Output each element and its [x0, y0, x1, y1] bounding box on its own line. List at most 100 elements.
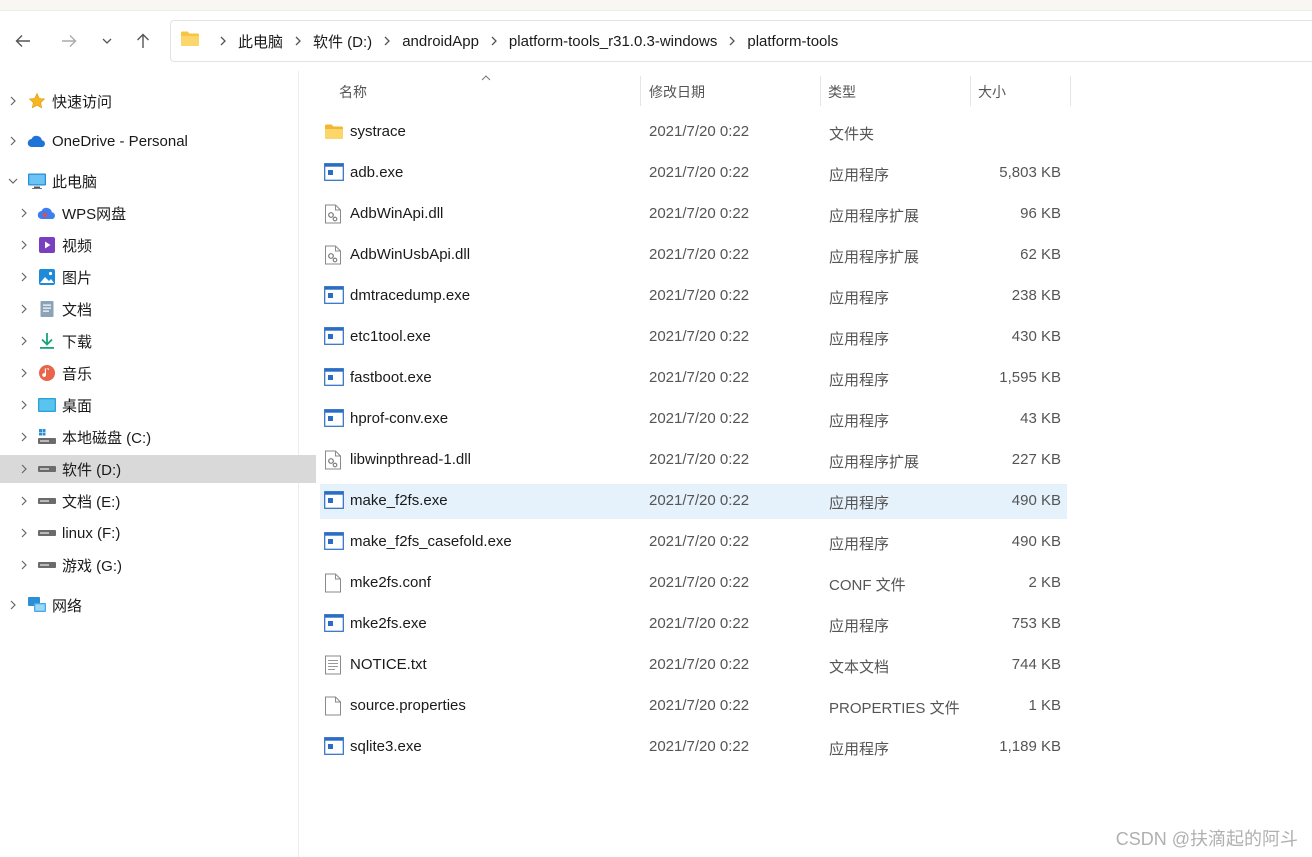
- sidebar-item-wps-cloud[interactable]: WPS网盘: [0, 199, 317, 227]
- file-row[interactable]: AdbWinApi.dll 2021/7/20 0:22 应用程序扩展 96 KB: [320, 197, 1067, 232]
- column-divider[interactable]: [640, 76, 641, 106]
- file-type: 应用程序: [829, 495, 890, 512]
- sidebar-item-onedrive[interactable]: OneDrive - Personal: [0, 127, 306, 155]
- sidebar-item-this-pc[interactable]: 此电脑: [0, 167, 306, 195]
- breadcrumb-item[interactable]: 此电脑: [238, 31, 283, 52]
- sidebar-item-pictures[interactable]: 图片: [0, 263, 317, 291]
- file-row[interactable]: source.properties 2021/7/20 0:22 PROPERTIE…: [320, 689, 1067, 724]
- address-bar[interactable]: 此电脑 软件 (D:) androidApp platform-tools_r3…: [170, 20, 1312, 62]
- exe-icon: [324, 614, 346, 636]
- chevron-right-icon[interactable]: [19, 560, 29, 570]
- file-row[interactable]: systrace 2021/7/20 0:22 文件夹: [320, 115, 1067, 150]
- file-row[interactable]: make_f2fs.exe 2021/7/20 0:22 应用程序 490 KB: [320, 484, 1067, 519]
- breadcrumb-item[interactable]: androidApp: [402, 33, 479, 50]
- file-size: 1,189 KB: [999, 738, 1061, 755]
- sidebar-item-drive-g[interactable]: 游戏 (G:): [0, 551, 317, 579]
- column-header-date[interactable]: 修改日期: [649, 74, 819, 110]
- chevron-right-icon[interactable]: [19, 208, 29, 218]
- file-size: 2 KB: [1028, 574, 1061, 591]
- system-drive-icon: [37, 427, 57, 447]
- dll-icon: [324, 204, 346, 226]
- file-name: etc1tool.exe: [350, 328, 431, 345]
- chevron-down-icon[interactable]: [8, 176, 18, 186]
- file-row[interactable]: mke2fs.conf 2021/7/20 0:22 CONF 文件 2 KB: [320, 566, 1067, 601]
- exe-icon: [324, 737, 346, 759]
- file-date: 2021/7/20 0:22: [649, 328, 750, 345]
- chevron-right-icon: [383, 36, 391, 46]
- file-date: 2021/7/20 0:22: [649, 738, 750, 755]
- file-row[interactable]: make_f2fs_casefold.exe 2021/7/20 0:22 应用程序…: [320, 525, 1067, 560]
- recent-locations-button[interactable]: [95, 29, 119, 53]
- sidebar-item-videos[interactable]: 视频: [0, 231, 317, 259]
- file-row[interactable]: AdbWinUsbApi.dll 2021/7/20 0:22 应用程序扩展 62 K…: [320, 238, 1067, 273]
- up-button[interactable]: [131, 29, 155, 53]
- back-button[interactable]: [11, 29, 35, 53]
- file-list-view: 名称 修改日期 类型 大小 systrace 2021/7/20 0:22 文件夹 a…: [299, 71, 1312, 857]
- sidebar-item-quick-access[interactable]: 快速访问: [0, 87, 306, 115]
- chevron-right-icon[interactable]: [19, 240, 29, 250]
- column-header-label: 修改日期: [649, 84, 705, 100]
- chevron-right-icon[interactable]: [8, 136, 18, 146]
- sidebar-item-drive-f[interactable]: linux (F:): [0, 519, 317, 547]
- exe-icon: [324, 286, 346, 308]
- file-row[interactable]: libwinpthread-1.dll 2021/7/20 0:22 应用程序扩展 2…: [320, 443, 1067, 478]
- file-row[interactable]: NOTICE.txt 2021/7/20 0:22 文本文档 744 KB: [320, 648, 1067, 683]
- file-name: dmtracedump.exe: [350, 287, 471, 304]
- sidebar-item-drive-d[interactable]: 软件 (D:): [0, 455, 316, 483]
- chevron-right-icon[interactable]: [19, 496, 29, 506]
- file-type: PROPERTIES 文件: [829, 700, 960, 717]
- column-divider[interactable]: [1070, 76, 1071, 106]
- forward-button[interactable]: [57, 29, 81, 53]
- chevron-right-icon[interactable]: [19, 464, 29, 474]
- breadcrumb-item[interactable]: platform-tools: [747, 33, 838, 50]
- sidebar-item-label: 快速访问: [52, 93, 113, 111]
- file-row[interactable]: sqlite3.exe 2021/7/20 0:22 应用程序 1,189 KB: [320, 730, 1067, 765]
- file-date: 2021/7/20 0:22: [649, 574, 750, 591]
- chevron-right-icon[interactable]: [19, 432, 29, 442]
- sidebar-item-drive-e[interactable]: 文档 (E:): [0, 487, 317, 515]
- file-type: 文本文档: [829, 659, 890, 676]
- sidebar-item-downloads[interactable]: 下载: [0, 327, 317, 355]
- file-name: mke2fs.exe: [350, 615, 427, 632]
- chevron-right-icon[interactable]: [19, 304, 29, 314]
- file-type: 应用程序: [829, 331, 890, 348]
- chevron-right-icon[interactable]: [19, 528, 29, 538]
- dll-icon: [324, 450, 346, 472]
- file-date: 2021/7/20 0:22: [649, 410, 750, 427]
- column-divider[interactable]: [970, 76, 971, 106]
- chevron-right-icon: [219, 36, 227, 46]
- breadcrumb-item[interactable]: platform-tools_r31.0.3-windows: [509, 33, 717, 50]
- sidebar-item-music[interactable]: 音乐: [0, 359, 317, 387]
- file-row[interactable]: etc1tool.exe 2021/7/20 0:22 应用程序 430 KB: [320, 320, 1067, 355]
- chevron-right-icon[interactable]: [19, 272, 29, 282]
- file-type: 应用程序扩展: [829, 208, 920, 225]
- sidebar-item-network[interactable]: 网络: [0, 591, 306, 619]
- file-name: systrace: [350, 123, 406, 140]
- file-row[interactable]: hprof-conv.exe 2021/7/20 0:22 应用程序 43 KB: [320, 402, 1067, 437]
- file-row[interactable]: fastboot.exe 2021/7/20 0:22 应用程序 1,595 KB: [320, 361, 1067, 396]
- file-name: sqlite3.exe: [350, 738, 422, 755]
- file-row[interactable]: adb.exe 2021/7/20 0:22 应用程序 5,803 KB: [320, 156, 1067, 191]
- desktop-icon: [37, 395, 57, 415]
- column-header-type[interactable]: 类型: [828, 74, 968, 110]
- sidebar-item-label: 此电脑: [52, 173, 98, 191]
- chevron-right-icon[interactable]: [8, 96, 18, 106]
- chevron-right-icon[interactable]: [19, 368, 29, 378]
- sidebar-item-drive-c[interactable]: 本地磁盘 (C:): [0, 423, 317, 451]
- chevron-right-icon[interactable]: [8, 600, 18, 610]
- breadcrumb-item[interactable]: 软件 (D:): [313, 31, 372, 52]
- exe-icon: [324, 409, 346, 431]
- file-row[interactable]: mke2fs.exe 2021/7/20 0:22 应用程序 753 KB: [320, 607, 1067, 642]
- file-date: 2021/7/20 0:22: [649, 533, 750, 550]
- column-header-size[interactable]: 大小: [978, 74, 1068, 110]
- file-name: libwinpthread-1.dll: [350, 451, 471, 468]
- sidebar-item-documents[interactable]: 文档: [0, 295, 317, 323]
- chevron-right-icon[interactable]: [19, 400, 29, 410]
- file-row[interactable]: dmtracedump.exe 2021/7/20 0:22 应用程序 238 KB: [320, 279, 1067, 314]
- column-header-name[interactable]: 名称: [339, 74, 639, 110]
- sidebar-item-label: OneDrive - Personal: [52, 132, 188, 150]
- folder-icon: [324, 122, 346, 144]
- chevron-right-icon[interactable]: [19, 336, 29, 346]
- sidebar-item-desktop[interactable]: 桌面: [0, 391, 317, 419]
- column-divider[interactable]: [820, 76, 821, 106]
